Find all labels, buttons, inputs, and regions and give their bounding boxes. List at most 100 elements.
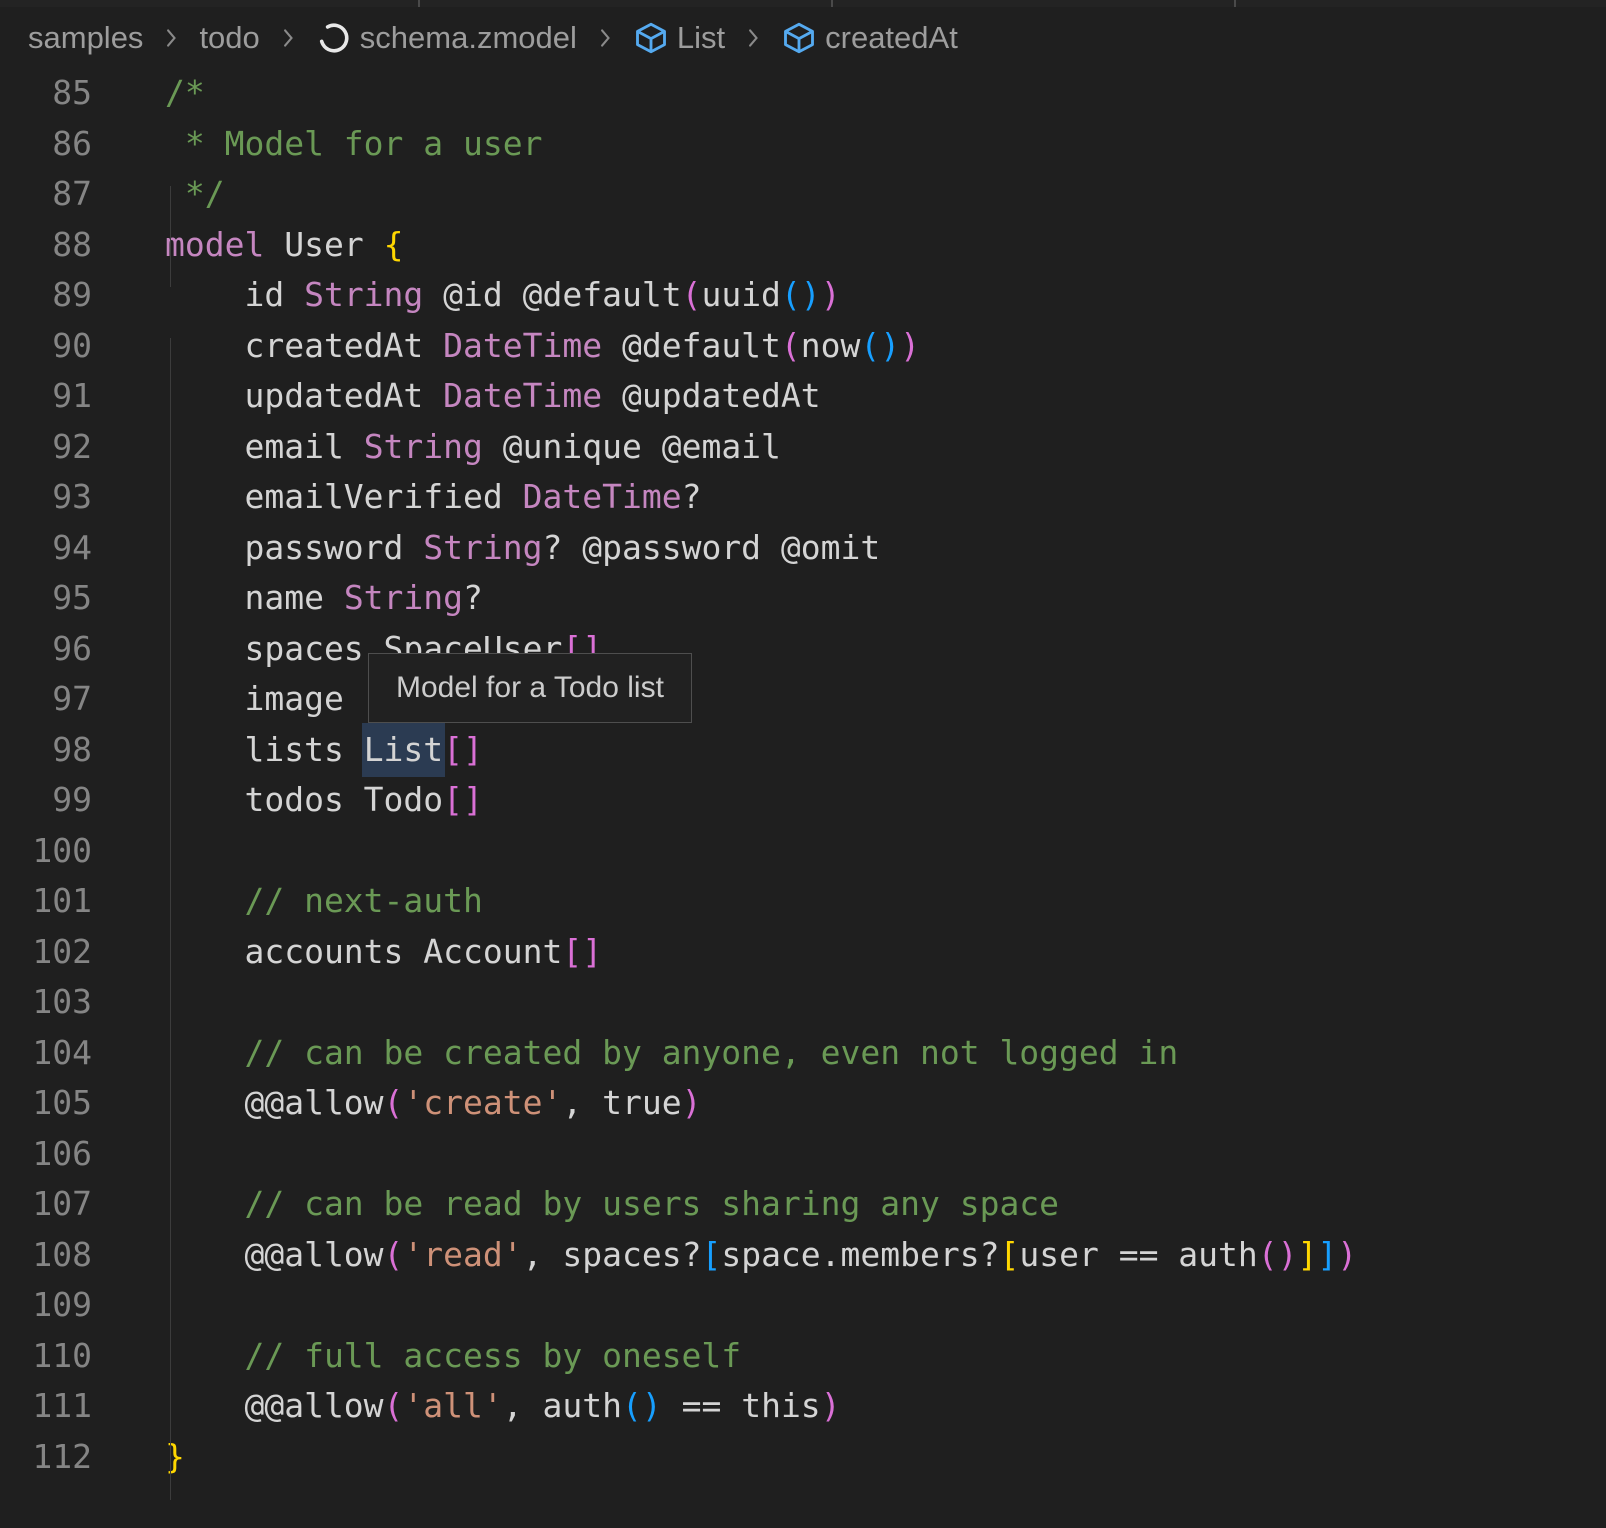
line-number[interactable]: 98 [0,725,92,776]
code-line[interactable]: 91 updatedAt DateTime @updatedAt [0,371,1606,422]
code-line[interactable]: 108 @@allow('read', spaces?[space.member… [0,1230,1606,1281]
breadcrumb-item[interactable]: createdAt [781,20,958,56]
line-content[interactable]: lists List[] [165,730,483,769]
code-token: ) [821,1386,841,1425]
code-token: image [165,679,344,718]
line-number[interactable]: 92 [0,422,92,473]
code-line[interactable]: 107 // can be read by users sharing any … [0,1179,1606,1230]
line-number[interactable]: 85 [0,68,92,119]
line-content[interactable]: todos Todo[] [165,780,483,819]
code-lines: 85/*86 * Model for a user87 */88model Us… [0,68,1606,1482]
line-content[interactable]: createdAt DateTime @default(now()) [165,326,920,365]
code-token: space.members? [721,1235,999,1274]
line-number[interactable]: 110 [0,1331,92,1382]
line-number[interactable]: 86 [0,119,92,170]
line-number[interactable]: 105 [0,1078,92,1129]
line-content[interactable]: // can be read by users sharing any spac… [165,1184,1059,1223]
cube-icon [781,20,817,56]
line-content[interactable]: @@allow('all', auth() == this) [165,1386,841,1425]
code-line[interactable]: 88 model User { [0,220,1606,271]
code-token: name [165,578,344,617]
line-number[interactable]: 89 [0,270,92,321]
breadcrumb-item[interactable]: List [633,20,725,56]
breadcrumb-item[interactable]: schema.zmodel [316,20,577,56]
line-number[interactable]: 112 [0,1432,92,1483]
line-content[interactable]: @@allow('read', spaces?[space.members?[u… [165,1235,1357,1274]
line-number[interactable]: 90 [0,321,92,372]
line-number[interactable]: 96 [0,624,92,675]
code-line[interactable]: 103 [0,977,1606,1028]
code-line[interactable]: 99 todos Todo[] [0,775,1606,826]
line-content[interactable]: */ [165,174,225,213]
line-content[interactable]: // full access by oneself [165,1336,741,1375]
code-line[interactable]: 96 spaces SpaceUser[] [0,624,1606,675]
code-line[interactable]: 101 // next-auth [0,876,1606,927]
line-content[interactable]: // can be created by anyone, even not lo… [165,1033,1178,1072]
code-line[interactable]: 85 /* [0,68,1606,119]
line-number[interactable]: 106 [0,1129,92,1180]
code-token: ? @password @omit [543,528,881,567]
code-token: todos Todo [165,780,443,819]
line-content[interactable]: // next-auth [165,881,483,920]
line-number[interactable]: 108 [0,1230,92,1281]
line-content[interactable]: id String @id @default(uuid()) [165,275,841,314]
code-line[interactable]: 110 // full access by oneself [0,1331,1606,1382]
code-line[interactable]: 90 createdAt DateTime @default(now()) [0,321,1606,372]
line-number[interactable]: 97 [0,674,92,725]
code-line[interactable]: 100 [0,826,1606,877]
line-number[interactable]: 111 [0,1381,92,1432]
code-line[interactable]: 102 accounts Account[] [0,927,1606,978]
line-content[interactable]: name String? [165,578,483,617]
code-line[interactable]: 92 email String @unique @email [0,422,1606,473]
code-line[interactable]: 98 lists List[] [0,725,1606,776]
line-number[interactable]: 103 [0,977,92,1028]
line-number[interactable]: 93 [0,472,92,523]
code-line[interactable]: 112} [0,1432,1606,1483]
breadcrumb-item[interactable]: samples [28,20,143,56]
line-number[interactable]: 99 [0,775,92,826]
code-token: // can be created by anyone, even not lo… [165,1033,1178,1072]
code-line[interactable]: 89 id String @id @default(uuid()) [0,270,1606,321]
line-number[interactable]: 87 [0,169,92,220]
line-number[interactable]: 94 [0,523,92,574]
line-content[interactable]: email String @unique @email [165,427,781,466]
line-number[interactable]: 101 [0,876,92,927]
line-content[interactable]: image [165,679,344,718]
code-line[interactable]: 104 // can be created by anyone, even no… [0,1028,1606,1079]
line-content[interactable]: accounts Account[] [165,932,602,971]
editor-pane[interactable]: 85/*86 * Model for a user87 */88model Us… [0,68,1606,1528]
breadcrumb-item[interactable]: todo [199,20,259,56]
line-content[interactable]: * Model for a user [165,124,543,163]
line-number[interactable]: 109 [0,1280,92,1331]
line-content[interactable]: password String? @password @omit [165,528,880,567]
code-token: DateTime [523,477,682,516]
line-content[interactable]: @@allow('create', true) [165,1083,701,1122]
code-line[interactable]: 109 [0,1280,1606,1331]
line-content[interactable]: model User { [165,225,403,264]
code-line[interactable]: 105 @@allow('create', true) [0,1078,1606,1129]
code-line[interactable]: 87 */ [0,169,1606,220]
code-token: String [304,275,423,314]
code-line[interactable]: 86 * Model for a user [0,119,1606,170]
line-number[interactable]: 107 [0,1179,92,1230]
code-line[interactable]: 93 emailVerified DateTime? [0,472,1606,523]
line-number[interactable]: 91 [0,371,92,422]
code-line[interactable]: 106 [0,1129,1606,1180]
code-line[interactable]: 111 @@allow('all', auth() == this) [0,1381,1606,1432]
line-content[interactable]: emailVerified DateTime? [165,477,701,516]
line-number[interactable]: 95 [0,573,92,624]
code-line[interactable]: 97 image [0,674,1606,725]
line-content[interactable]: updatedAt DateTime @updatedAt [165,376,821,415]
code-line[interactable]: 94 password String? @password @omit [0,523,1606,574]
code-token: , true [562,1083,681,1122]
chevron-right-icon [157,24,185,52]
line-number[interactable]: 88 [0,220,92,271]
line-number[interactable]: 102 [0,927,92,978]
line-number[interactable]: 100 [0,826,92,877]
line-content[interactable]: /* [165,73,205,112]
code-line[interactable]: 95 name String? [0,573,1606,624]
line-content[interactable]: } [165,1437,185,1476]
code-token: ( [384,1386,404,1425]
line-number[interactable]: 104 [0,1028,92,1079]
code-token: ( [384,1235,404,1274]
